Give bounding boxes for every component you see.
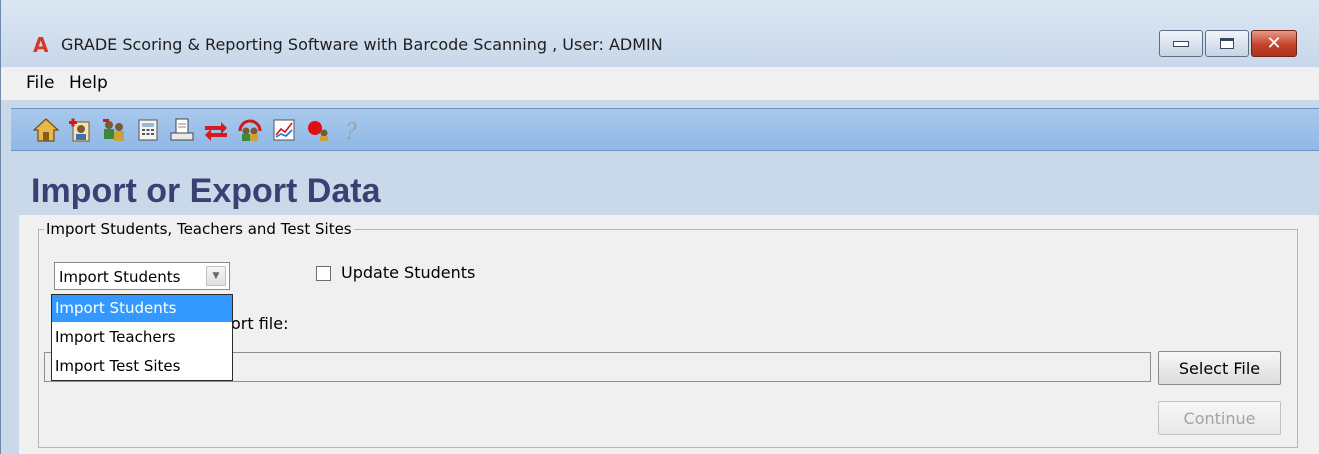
close-icon: ✕ [1266, 32, 1282, 54]
import-type-value: Import Students [59, 268, 181, 286]
update-students-label[interactable]: Update Students [341, 263, 475, 282]
maximize-icon [1220, 38, 1234, 49]
option-import-teachers[interactable]: Import Teachers [52, 324, 232, 351]
app-logo-icon: A [33, 33, 49, 57]
calculator-icon[interactable] [135, 117, 161, 143]
option-import-test-sites[interactable]: Import Test Sites [52, 353, 232, 380]
students-group-icon[interactable] [101, 117, 127, 143]
toolbar: ? [11, 108, 1319, 151]
continue-button[interactable]: Continue [1158, 401, 1281, 435]
close-button[interactable]: ✕ [1251, 30, 1297, 57]
maximize-button[interactable] [1205, 30, 1249, 57]
print-icon[interactable] [169, 117, 195, 143]
minimize-icon [1173, 40, 1189, 47]
select-file-button[interactable]: Select File [1158, 351, 1281, 385]
title-bar[interactable]: A GRADE Scoring & Reporting Software wit… [1, 0, 1319, 67]
chevron-down-icon[interactable]: ▼ [206, 266, 226, 286]
reports-chart-icon[interactable] [271, 117, 297, 143]
groupbox-legend: Import Students, Teachers and Test Sites [44, 220, 354, 238]
import-export-icon[interactable] [203, 117, 229, 143]
home-icon[interactable] [33, 117, 59, 143]
menu-bar: File Help [1, 67, 1319, 100]
import-file-label: ort file: [231, 314, 289, 333]
import-type-dropdown: Import Students Import Teachers Import T… [51, 294, 233, 381]
menu-file[interactable]: File [26, 73, 54, 93]
add-student-icon[interactable] [67, 117, 93, 143]
page-title: Import or Export Data [31, 172, 381, 210]
minimize-button[interactable] [1159, 30, 1203, 57]
import-type-select[interactable]: Import Students ▼ [54, 262, 230, 290]
help-icon[interactable]: ? [339, 117, 365, 143]
app-window: A GRADE Scoring & Reporting Software wit… [0, 0, 1319, 454]
update-students-checkbox[interactable] [316, 266, 331, 281]
menu-help[interactable]: Help [69, 73, 108, 93]
record-icon[interactable] [305, 117, 331, 143]
window-title: GRADE Scoring & Reporting Software with … [61, 35, 663, 54]
teachers-icon[interactable] [237, 117, 263, 143]
option-import-students[interactable]: Import Students [52, 295, 232, 322]
svg-text:?: ? [345, 120, 357, 143]
